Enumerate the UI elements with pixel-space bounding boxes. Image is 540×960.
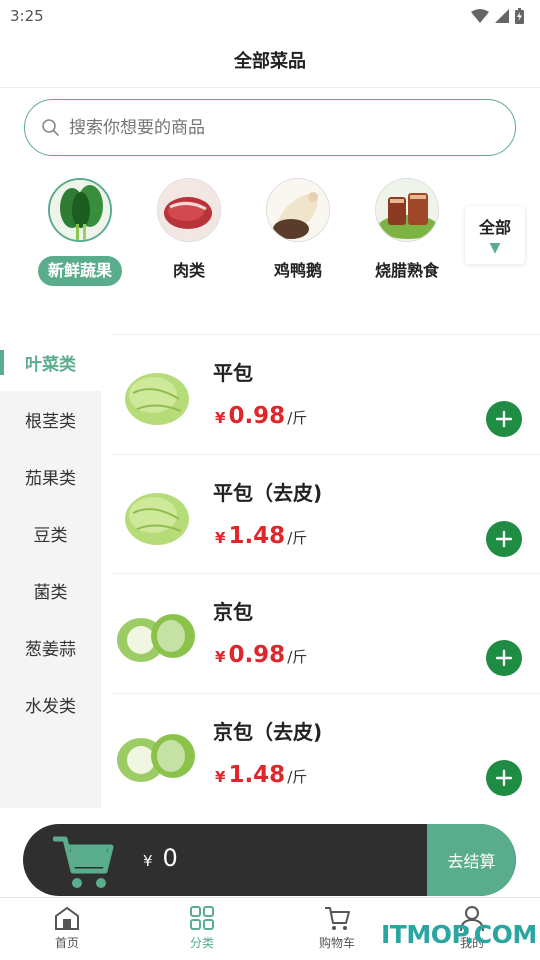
chevron-down-icon: ▼ [489,240,501,256]
sidebar-item-mushrooms[interactable]: 菌类 [0,562,101,619]
currency-symbol: ¥ [215,767,226,786]
signal-icon [495,9,509,23]
price-value: 0.98 [228,642,286,668]
all-categories-button[interactable]: 全部 ▼ [465,206,525,264]
price-value: 1.48 [228,761,286,788]
status-time: 3:25 [10,7,44,25]
plus-icon [495,649,513,667]
category-meat[interactable]: 肉类 [139,178,239,286]
battery-icon [515,8,524,24]
category-poultry[interactable]: 鸡鸭鹅 [248,178,348,286]
currency-symbol: ¥ [215,528,226,547]
category-grid-icon [190,906,214,930]
app-header: 全部菜品 [0,32,540,88]
currency-symbol: ¥ [215,648,226,666]
sidebar-item-leafy[interactable]: 叶菜类 [0,334,101,391]
all-categories-label: 全部 [478,218,511,237]
product-price: ¥ 0.98 /斤 [215,642,307,668]
sidebar-item-soaked[interactable]: 水发类 [0,676,101,733]
plus-icon [495,530,513,547]
add-to-cart-button[interactable] [486,640,522,676]
price-unit: /斤 [287,648,308,666]
cart-total: ¥ 0 [143,844,178,872]
category-label: 烧腊熟食 [374,261,439,280]
nav-category[interactable]: 分类 [162,904,242,951]
cart-icon [325,907,350,930]
price-value: 1.48 [228,522,286,549]
product-item[interactable]: 平包 ¥ 0.98 /斤 [111,334,540,454]
add-to-cart-button[interactable] [486,401,522,437]
add-to-cart-button[interactable] [486,520,522,557]
nav-home[interactable]: 首页 [27,904,107,951]
subcategory-sidebar: 叶菜类 根茎类 茄果类 豆类 菌类 葱姜蒜 水发类 [0,334,101,808]
nav-label: 首页 [54,936,79,950]
status-bar: 3:25 [0,0,540,32]
watermark: ITMOP.COM [381,920,537,949]
add-to-cart-button[interactable] [486,759,522,796]
product-item[interactable]: 京包 ¥ 0.98 /斤 [111,573,540,693]
cabbage-round-thumbnail [113,472,199,559]
category-label: 新鲜蔬果 [37,256,122,286]
search-input[interactable] [69,117,469,138]
sidebar-item-solanaceous[interactable]: 茄果类 [0,448,101,505]
product-price: ¥ 1.48 /斤 [215,523,307,549]
price-unit: /斤 [287,409,308,427]
product-item[interactable]: 京包（去皮) ¥ 1.48 /斤 [111,692,540,813]
plus-icon [495,410,513,428]
roast-meat-thumbnail [375,178,439,242]
search-box[interactable] [24,99,516,156]
cart-currency: ¥ [143,852,153,870]
nav-label: 购物车 [318,936,355,950]
category-roast-deli[interactable]: 烧腊熟食 [357,178,457,286]
search-icon [42,118,59,136]
sidebar-item-root[interactable]: 根茎类 [0,391,101,448]
product-name: 京包（去皮) [213,719,323,744]
status-icons [471,8,524,24]
napa-cabbage-thumbnail [113,592,199,678]
category-label: 鸡鸭鹅 [273,261,322,280]
product-price: ¥ 0.98 /斤 [215,403,307,429]
category-row: 新鲜蔬果 肉类 鸡鸭鹅 烧腊熟食 全部 ▼ [0,178,540,290]
poultry-thumbnail [266,178,330,242]
product-name: 京包 [213,600,253,624]
checkout-button[interactable]: 去结算 [427,824,516,896]
product-price: ¥ 1.48 /斤 [215,762,307,788]
price-unit: /斤 [287,528,308,547]
cabbage-round-thumbnail [113,353,199,439]
page-title: 全部菜品 [234,50,306,72]
meat-thumbnail [157,178,221,242]
cart-total-value: 0 [162,844,178,872]
product-name: 平包（去皮) [213,480,323,505]
nav-cart[interactable]: 购物车 [297,904,377,951]
category-fresh-produce[interactable]: 新鲜蔬果 [30,178,130,286]
shopping-cart-icon[interactable] [53,833,115,891]
home-icon [55,906,79,930]
vegetable-thumbnail [48,178,112,242]
price-unit: /斤 [287,767,308,786]
product-item[interactable]: 平包（去皮) ¥ 1.48 /斤 [111,453,540,574]
product-name: 平包 [213,361,253,385]
price-value: 0.98 [228,403,286,429]
napa-cabbage-thumbnail [113,711,199,798]
product-list: 平包 ¥ 0.98 /斤 平包（去皮) ¥ 1.48 /斤 京包 ¥ 0.98 … [111,334,540,812]
sidebar-item-beans[interactable]: 豆类 [0,505,101,562]
sidebar-item-aromatics[interactable]: 葱姜蒜 [0,619,101,676]
plus-icon [495,769,513,786]
cart-bar: ¥ 0 去结算 [23,824,516,896]
nav-label: 分类 [189,936,214,950]
wifi-icon [471,9,489,23]
currency-symbol: ¥ [215,409,226,427]
category-label: 肉类 [172,261,205,280]
